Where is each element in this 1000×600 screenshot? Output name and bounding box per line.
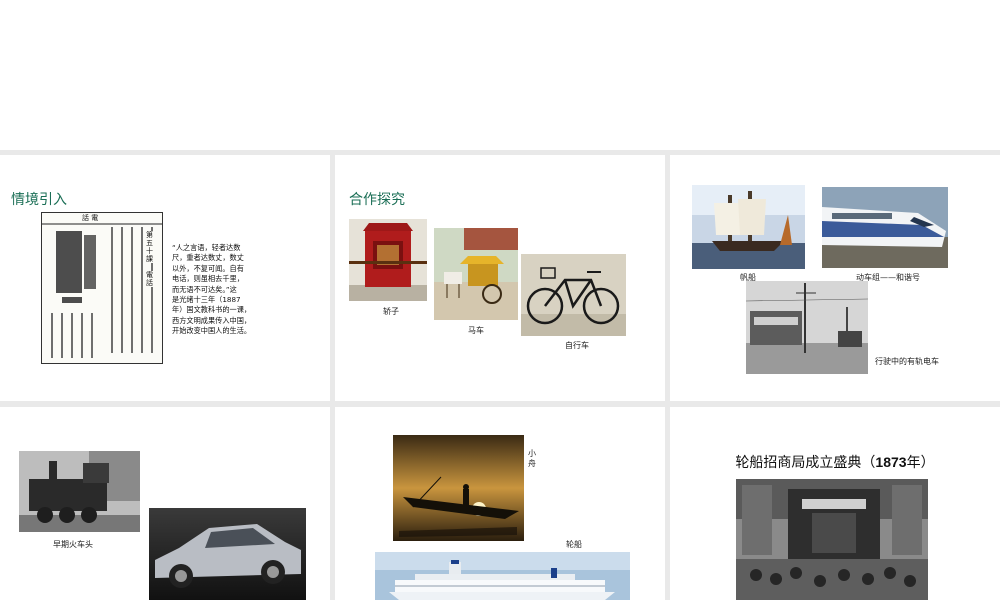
caption-tram: 行驶中的有轨电车 [875, 357, 939, 366]
slide-thumbnail-3[interactable]: 帆船 动车组——和谐号 行驶中的有轨电车 [670, 155, 1000, 401]
caption-ship: 轮船 [566, 540, 582, 549]
blank-top-area [0, 0, 1000, 150]
textbook-page-image: 話 電 第五十課 電話 [41, 212, 163, 364]
textbook-lesson-title: 第五十課 [146, 231, 154, 263]
locomotive-image [19, 451, 140, 532]
textbook-header: 話 電 [82, 214, 99, 222]
caption-carriage: 马车 [468, 326, 484, 335]
bicycle-image [521, 254, 626, 336]
slide-heading: 情境引入 [11, 192, 67, 208]
caption-sedan: 轿子 [383, 307, 399, 316]
ceremony-engraving-image [736, 479, 928, 600]
slide-thumbnail-6[interactable]: 轮船招商局成立盛典（1873年） [670, 407, 1000, 600]
slide-heading: 合作探究 [349, 192, 405, 208]
car-image [149, 508, 306, 600]
caption-bicycle: 自行车 [565, 341, 589, 350]
slide-thumbnail-4[interactable]: 早期火车头 [0, 407, 330, 600]
high-speed-train-image [822, 187, 948, 268]
sailboat-image [692, 185, 805, 269]
slide-thumbnail-1[interactable]: 情境引入 話 電 第五十課 電話 “人之言语，轻者达数 尺，重者达数丈，数丈 以… [0, 155, 330, 401]
caption-locomotive: 早期火车头 [53, 540, 93, 549]
horse-carriage-image [434, 228, 518, 320]
slide-thumbnail-5[interactable]: 小舟 轮船 [335, 407, 665, 600]
textbook-lesson-name: 電話 [146, 271, 154, 287]
slide-title: 轮船招商局成立盛典（1873年） [735, 454, 935, 470]
caption-boat: 小舟 [528, 449, 536, 468]
passage-text: “人之言语，轻者达数 尺，重者达数丈，数丈 以外，不复可闻。自有 电话，则虽相去… [172, 243, 252, 336]
tram-image [746, 281, 868, 374]
sedan-chair-image [349, 219, 427, 301]
cruise-ship-image [375, 552, 630, 600]
slide-thumbnail-2[interactable]: 合作探究 轿子 马车 自行车 [335, 155, 665, 401]
rowboat-sunset-image [393, 435, 524, 541]
